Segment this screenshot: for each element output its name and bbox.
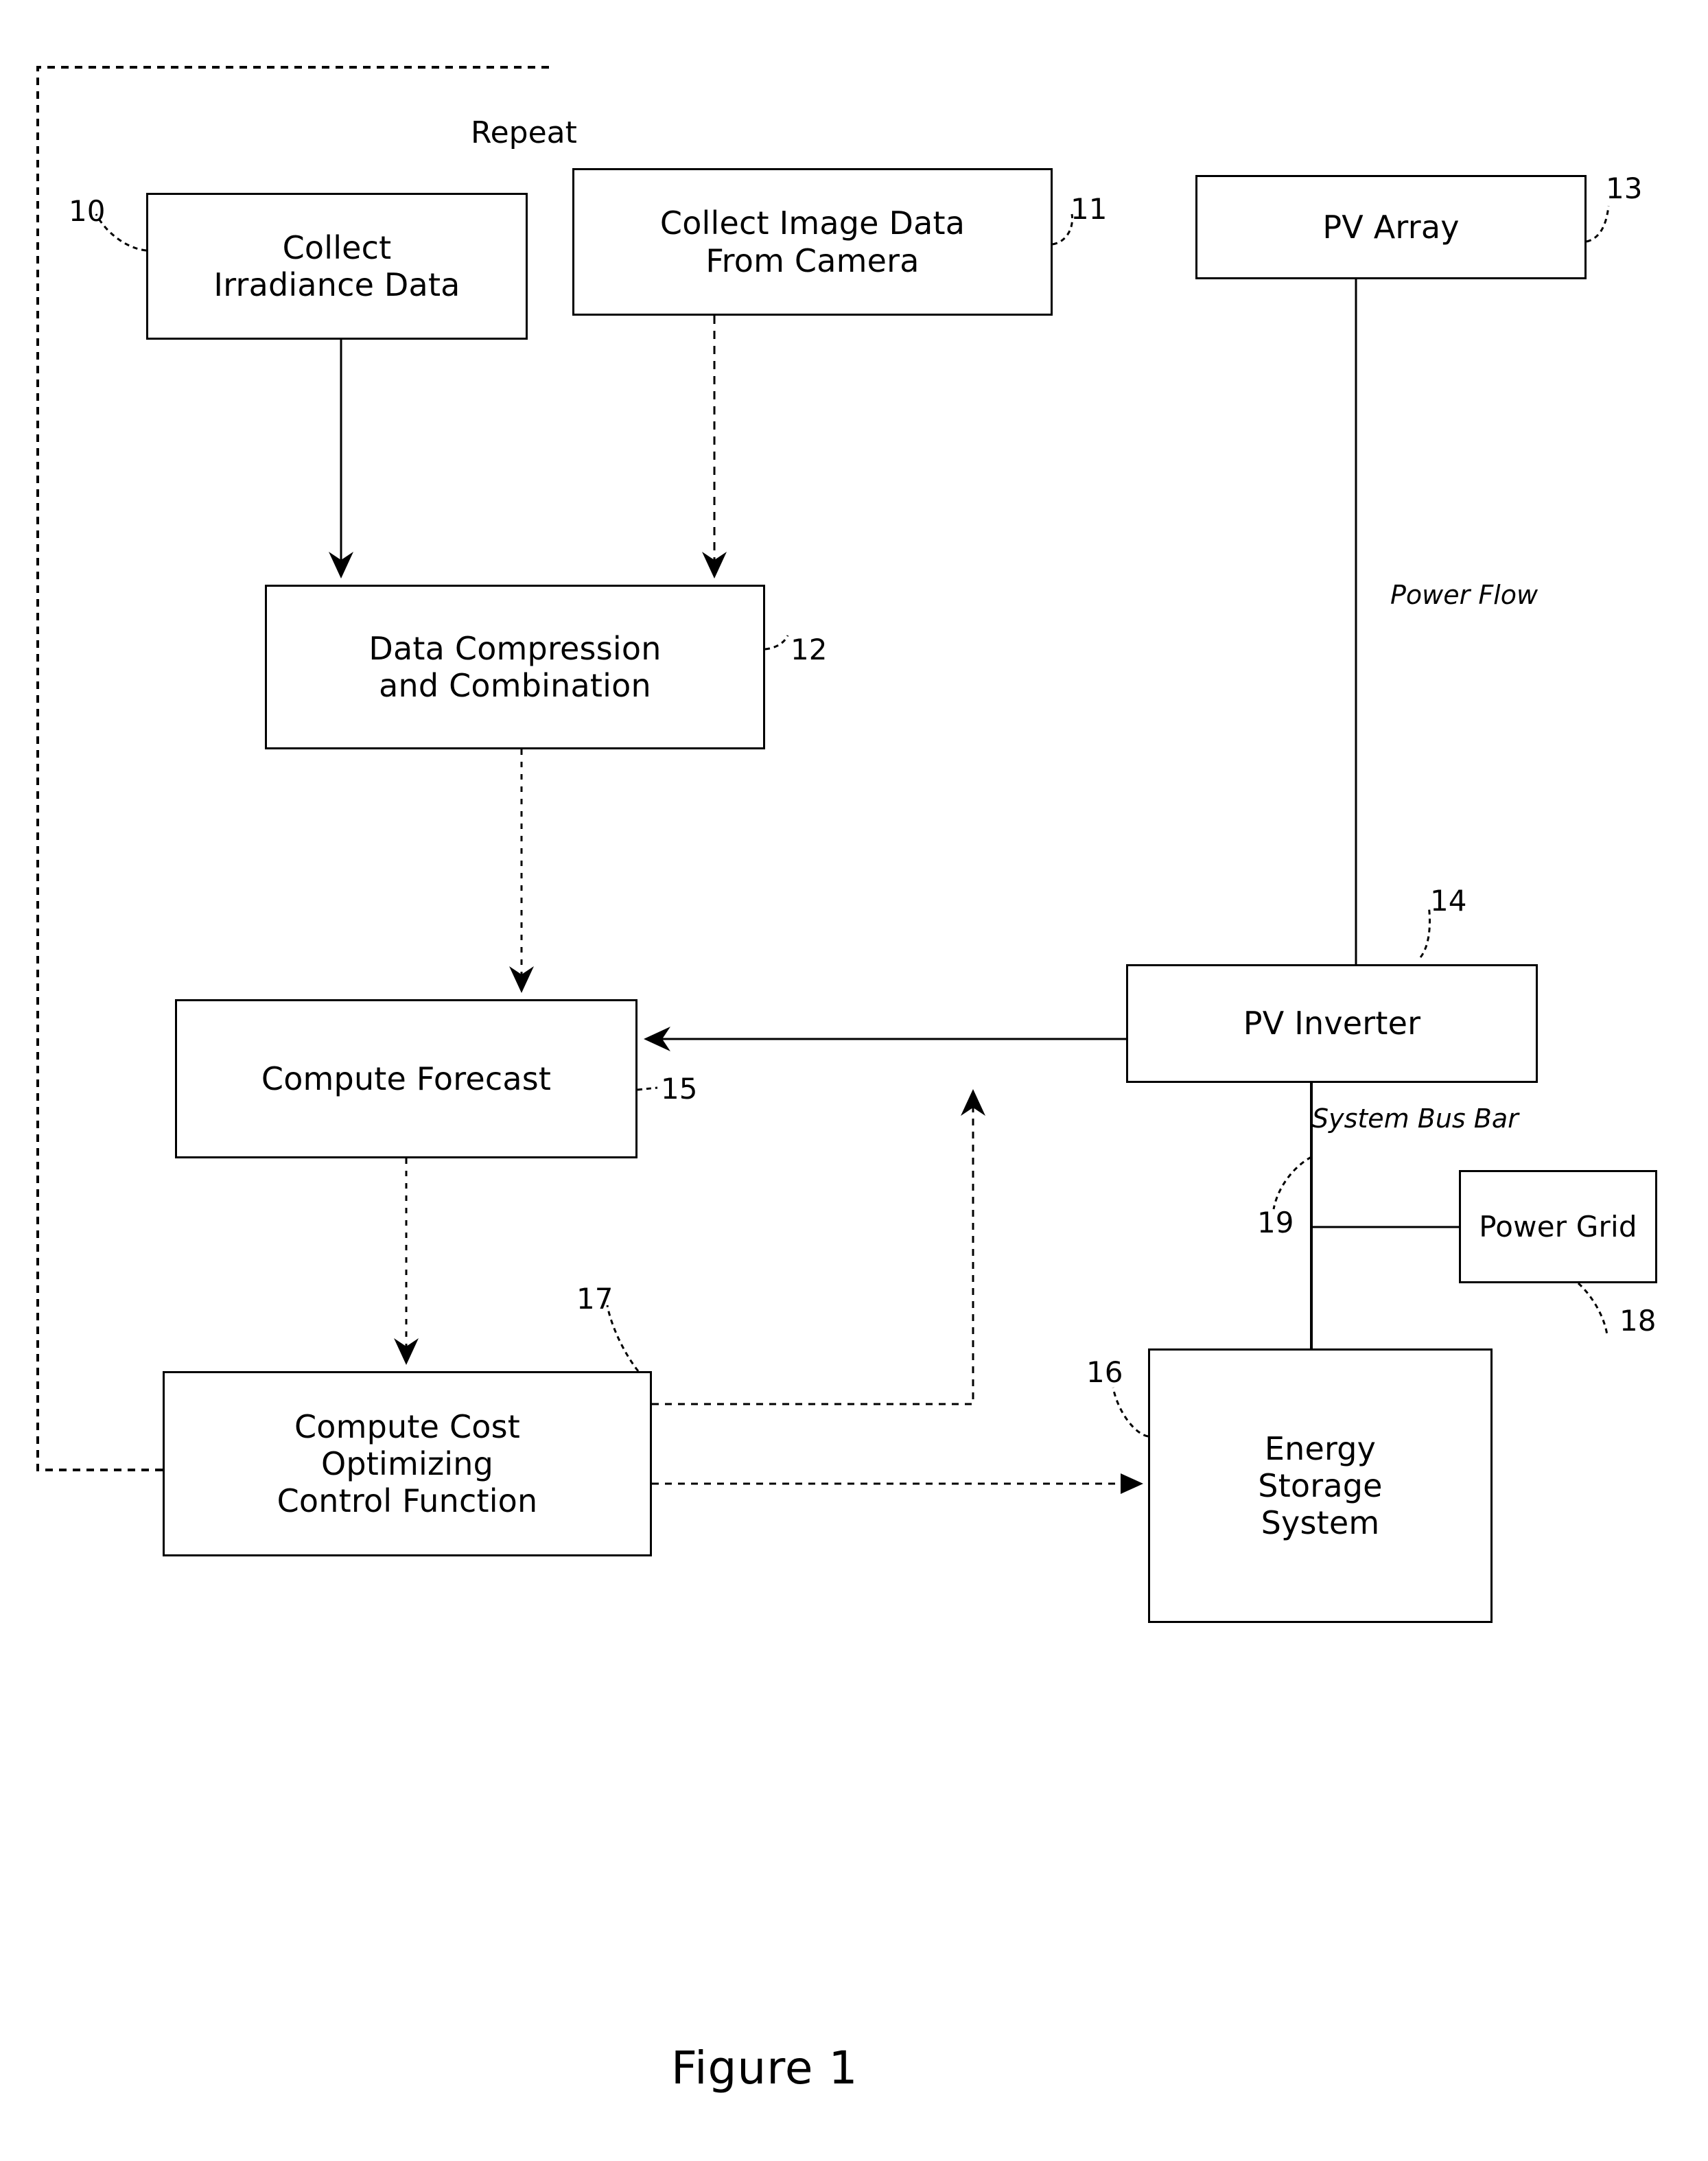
node-data-compression-and-combination[interactable]: Data Compression and Combination	[265, 585, 765, 749]
node-power-grid[interactable]: Power Grid	[1459, 1170, 1657, 1283]
reference-numeral-12: 12	[791, 633, 828, 666]
node-compute-cost-optimizing-control-function[interactable]: Compute Cost Optimizing Control Function	[163, 1371, 652, 1556]
reference-numeral-18: 18	[1619, 1304, 1657, 1338]
node-collect-image-data-from-camera[interactable]: Collect Image Data From Camera	[572, 168, 1053, 316]
node-collect-irradiance-data[interactable]: Collect Irradiance Data	[146, 193, 528, 340]
power-flow-label: Power Flow	[1390, 580, 1539, 610]
repeat-label: Repeat	[471, 115, 577, 150]
figure-caption: Figure 1	[671, 2042, 858, 2094]
node-pv-array[interactable]: PV Array	[1195, 175, 1587, 279]
leader-lines	[95, 205, 1610, 1438]
reference-numeral-17: 17	[576, 1282, 613, 1316]
node-compute-forecast[interactable]: Compute Forecast	[175, 999, 637, 1158]
reference-numeral-16: 16	[1086, 1355, 1123, 1389]
reference-numeral-19: 19	[1257, 1206, 1294, 1239]
reference-numeral-11: 11	[1071, 192, 1108, 226]
reference-numeral-15: 15	[661, 1072, 698, 1106]
reference-numeral-14: 14	[1430, 884, 1467, 918]
node-pv-inverter[interactable]: PV Inverter	[1126, 964, 1538, 1083]
reference-numeral-10: 10	[69, 194, 106, 228]
system-bus-bar-label: System Bus Bar	[1312, 1103, 1519, 1134]
patent-figure-page: Collect Irradiance Data Collect Image Da…	[0, 0, 1708, 2161]
reference-numeral-13: 13	[1606, 172, 1643, 205]
connector-cost-to-inverter	[652, 1089, 985, 1405]
node-energy-storage-system[interactable]: Energy Storage System	[1148, 1348, 1493, 1623]
